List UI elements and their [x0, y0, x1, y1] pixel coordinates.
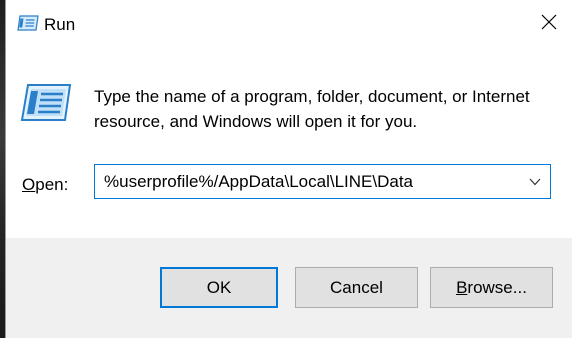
run-icon: [17, 15, 39, 33]
title-bar[interactable]: Run: [6, 0, 572, 48]
browse-button[interactable]: Browse...: [430, 267, 553, 308]
close-icon: [541, 14, 557, 35]
open-label-accelerator: O: [22, 175, 36, 194]
ok-button[interactable]: OK: [160, 267, 278, 308]
open-input[interactable]: [95, 165, 515, 198]
run-dialog-icon: [20, 82, 72, 126]
close-button[interactable]: [526, 0, 572, 48]
open-label: Open:: [22, 174, 68, 196]
button-bar: OK Cancel Browse...: [6, 238, 572, 338]
window-title: Run: [44, 15, 76, 34]
open-label-text: pen:: [35, 175, 69, 194]
open-combobox[interactable]: [94, 164, 551, 199]
run-dialog: Run Type the name of a program, folder, …: [5, 0, 572, 338]
dialog-body: Type the name of a program, folder, docu…: [6, 48, 572, 238]
dialog-description: Type the name of a program, folder, docu…: [94, 87, 530, 131]
chevron-down-icon: [529, 173, 541, 191]
browse-label: rowse...: [467, 277, 527, 297]
browse-accelerator: B: [456, 277, 468, 297]
cancel-button[interactable]: Cancel: [295, 267, 418, 308]
combo-dropdown-button[interactable]: [520, 165, 550, 198]
